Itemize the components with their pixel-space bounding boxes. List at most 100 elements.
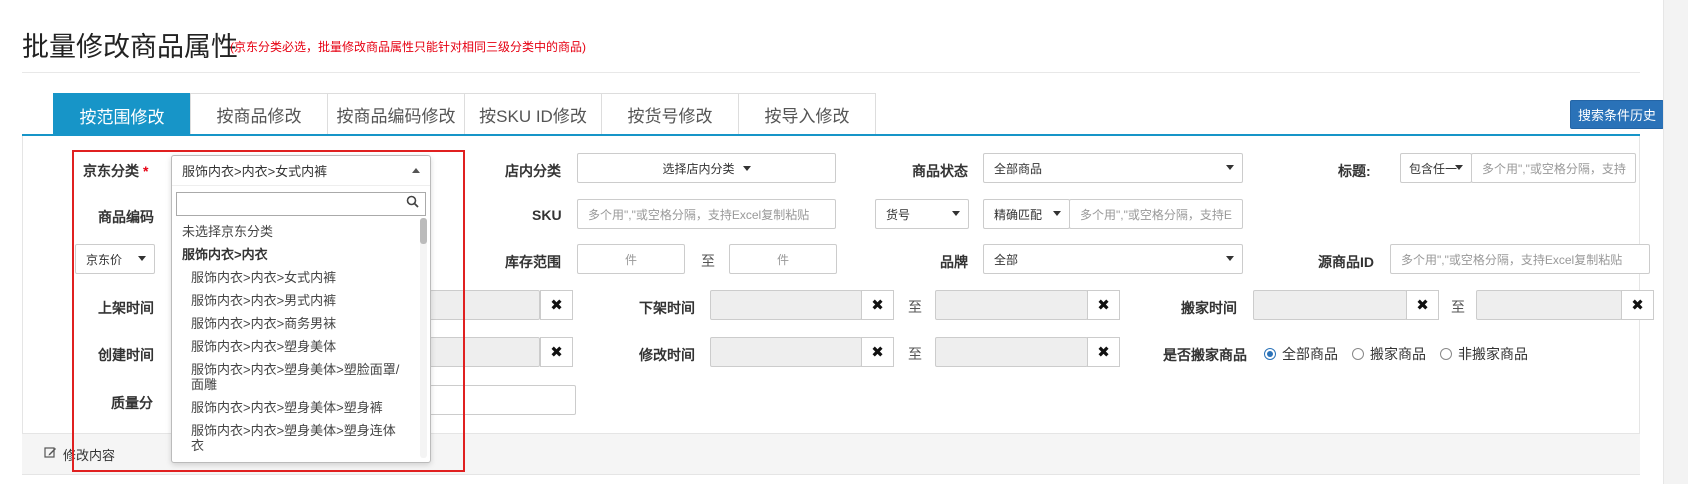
close-icon: ✖ — [871, 297, 884, 314]
page-scrollbar[interactable] — [1663, 0, 1688, 484]
modified-time-from-clear-button[interactable]: ✖ — [861, 337, 894, 367]
category-option[interactable]: 服饰内衣>内衣>塑身美体>塑脸面罩/面雕 — [172, 358, 416, 396]
category-option[interactable]: 服饰内衣>内衣>塑身美体 — [172, 335, 416, 358]
title-mode-select[interactable]: 包含任一 — [1400, 153, 1472, 183]
delisted-time-to-clear-button[interactable]: ✖ — [1087, 290, 1120, 320]
radio-non-moved-products[interactable]: 非搬家商品 — [1440, 344, 1528, 364]
title-divider — [22, 72, 1640, 73]
category-option[interactable]: 服饰内衣>内衣>商务男袜 — [172, 312, 416, 335]
category-option[interactable]: 服饰内衣>内衣>塑身美体>塑身连体衣 — [172, 419, 416, 457]
category-option[interactable]: 服饰内衣>内衣>女式内裤 — [172, 266, 416, 289]
radio-unchecked-icon — [1440, 348, 1452, 360]
close-icon: ✖ — [871, 344, 884, 361]
caret-down-icon — [1053, 211, 1061, 216]
shop-category-select[interactable]: 选择店内分类 — [577, 153, 836, 183]
close-icon: ✖ — [1097, 344, 1110, 361]
edit-icon — [44, 446, 57, 462]
modified-time-separator: 至 — [908, 346, 922, 362]
brand-select[interactable]: 全部 — [983, 244, 1243, 274]
source-id-input[interactable]: 多个用","或空格分隔，支持Excel复制粘贴 — [1390, 244, 1650, 274]
category-option[interactable]: 服饰内衣>内衣>男式内裤 — [172, 289, 416, 312]
modified-time-to-input[interactable] — [935, 337, 1088, 367]
jd-price-select[interactable]: 京东价 — [75, 244, 155, 274]
caret-down-icon — [742, 165, 751, 171]
search-icon — [406, 195, 419, 211]
tab-bar: 按范围修改 按商品修改 按商品编码修改 按SKU ID修改 按货号修改 按导入修… — [53, 93, 876, 136]
sku-input[interactable]: 多个用","或空格分隔，支持Excel复制粘贴 — [577, 199, 836, 229]
tab-import[interactable]: 按导入修改 — [738, 93, 876, 134]
radio-moved-products[interactable]: 搬家商品 — [1352, 344, 1426, 364]
jd-category-select[interactable]: 服饰内衣>内衣>女式内裤 — [172, 156, 430, 186]
title-mode-value: 包含任一 — [1409, 161, 1458, 176]
modified-time-label: 修改时间 — [639, 347, 695, 363]
caret-down-icon — [1455, 165, 1463, 170]
match-mode-value: 精确匹配 — [994, 207, 1043, 222]
listed-time-input[interactable] — [430, 290, 540, 320]
caret-up-icon — [412, 168, 420, 173]
product-status-select[interactable]: 全部商品 — [983, 153, 1243, 183]
created-time-clear-button[interactable]: ✖ — [540, 337, 573, 367]
caret-down-icon — [1226, 256, 1234, 261]
item-no-select-value: 货号 — [886, 207, 911, 222]
title-input[interactable]: 多个用","或空格分隔，支持 — [1471, 153, 1636, 183]
tab-sku-id[interactable]: 按SKU ID修改 — [464, 93, 602, 134]
category-option-list: 未选择京东分类 服饰内衣>内衣 服饰内衣>内衣>女式内裤 服饰内衣>内衣>男式内… — [172, 220, 430, 457]
stock-range-separator: 至 — [701, 253, 715, 269]
category-search-input[interactable] — [176, 192, 426, 216]
source-id-label: 源商品ID — [1318, 254, 1374, 270]
close-icon: ✖ — [550, 297, 563, 314]
match-mode-select[interactable]: 精确匹配 — [983, 199, 1070, 229]
item-no-select[interactable]: 货号 — [875, 199, 969, 229]
tab-product[interactable]: 按商品修改 — [190, 93, 328, 134]
close-icon: ✖ — [550, 344, 563, 361]
dropdown-scrollbar[interactable] — [420, 218, 427, 458]
modify-content-label: 修改内容 — [63, 447, 116, 463]
listed-time-clear-button[interactable]: ✖ — [540, 290, 573, 320]
quality-input[interactable] — [430, 385, 576, 415]
radio-label: 非搬家商品 — [1458, 346, 1528, 362]
move-time-to-clear-button[interactable]: ✖ — [1621, 290, 1654, 320]
brand-value: 全部 — [994, 252, 1019, 267]
sku-label: SKU — [532, 207, 562, 223]
dropdown-scrollbar-thumb[interactable] — [420, 218, 427, 244]
modified-time-to-clear-button[interactable]: ✖ — [1087, 337, 1120, 367]
shop-category-label: 店内分类 — [505, 163, 561, 179]
modified-time-from-input[interactable] — [710, 337, 862, 367]
stock-max-input[interactable]: 件 — [729, 244, 837, 274]
delisted-time-from-clear-button[interactable]: ✖ — [861, 290, 894, 320]
radio-all-products[interactable]: 全部商品 — [1264, 344, 1338, 364]
delisted-time-separator: 至 — [908, 299, 922, 315]
title-label: 标题: — [1338, 163, 1371, 179]
delisted-time-label: 下架时间 — [639, 300, 695, 316]
close-icon: ✖ — [1097, 297, 1110, 314]
search-history-button[interactable]: 搜索条件历史 — [1570, 100, 1664, 129]
shop-category-value: 选择店内分类 — [662, 161, 735, 176]
jd-category-dropdown[interactable]: 服饰内衣>内衣>女式内裤 未选择京东分类 服饰内衣>内衣 服饰内衣>内衣>女式内… — [171, 155, 431, 463]
caret-down-icon — [138, 256, 146, 261]
move-time-from-input[interactable] — [1253, 290, 1407, 320]
jd-price-value: 京东价 — [86, 252, 123, 267]
caret-down-icon — [952, 211, 960, 216]
is-moved-radio-group: 全部商品 搬家商品 非搬家商品 — [1264, 344, 1528, 364]
move-time-to-input[interactable] — [1476, 290, 1622, 320]
category-option[interactable]: 服饰内衣>内衣>塑身美体>塑身裤 — [172, 396, 416, 419]
move-time-from-clear-button[interactable]: ✖ — [1406, 290, 1439, 320]
close-icon: ✖ — [1416, 297, 1429, 314]
stock-min-input[interactable]: 件 — [577, 244, 685, 274]
quality-label: 质量分 — [111, 395, 153, 411]
category-group: 服饰内衣>内衣 — [182, 247, 268, 262]
tab-product-code[interactable]: 按商品编码修改 — [327, 93, 465, 134]
item-no-input[interactable]: 多个用","或空格分隔，支持E — [1069, 199, 1243, 229]
tab-range[interactable]: 按范围修改 — [53, 93, 191, 136]
move-time-label: 搬家时间 — [1181, 300, 1237, 316]
delisted-time-to-input[interactable] — [935, 290, 1088, 320]
product-status-value: 全部商品 — [994, 161, 1043, 176]
page-title: 批量修改商品属性 — [22, 32, 238, 62]
created-time-input[interactable] — [430, 337, 540, 367]
radio-unchecked-icon — [1352, 348, 1364, 360]
brand-label: 品牌 — [940, 254, 968, 270]
tab-item-no[interactable]: 按货号修改 — [601, 93, 739, 134]
caret-down-icon — [1226, 165, 1234, 170]
category-option[interactable]: 未选择京东分类 — [172, 220, 416, 243]
delisted-time-from-input[interactable] — [710, 290, 862, 320]
